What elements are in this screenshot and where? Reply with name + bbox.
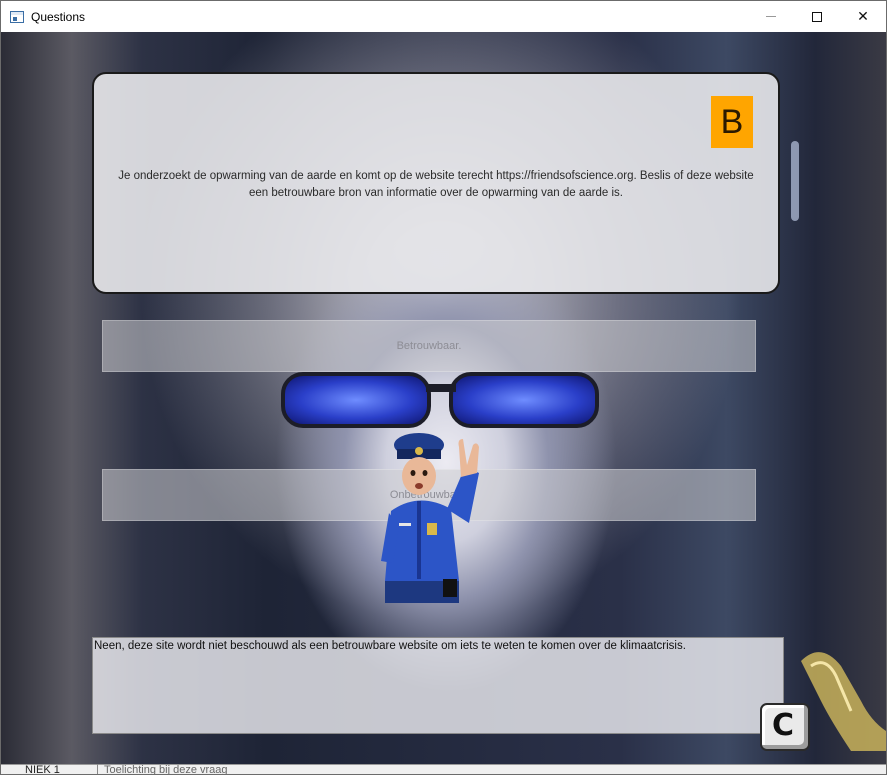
underlying-window-right-text: Toelichting bij deze vraag (97, 764, 228, 774)
minimize-button[interactable] (748, 1, 794, 32)
question-panel: B Je onderzoekt de opwarming van de aard… (92, 72, 780, 294)
minimize-icon (766, 16, 776, 17)
questions-window: Questions ✕ B Je onderzoekt de opwarming… (0, 0, 887, 775)
glasses-bridge (426, 384, 456, 392)
maximize-icon (812, 11, 822, 22)
feedback-text-box: Neen, deze site wordt niet beschouwd als… (92, 637, 784, 734)
question-text: Je onderzoekt de opwarming van de aarde … (118, 170, 754, 199)
window-title: Questions (31, 9, 86, 24)
answer-button-1[interactable]: Betrouwbaar. (102, 320, 756, 372)
close-button[interactable]: ✕ (840, 1, 886, 32)
continue-key-button[interactable]: C (760, 703, 810, 751)
glasses-lens-right (449, 372, 599, 428)
background-decoration (791, 141, 799, 221)
title-bar[interactable]: Questions ✕ (1, 1, 886, 32)
maximize-button[interactable] (794, 1, 840, 32)
app-icon (10, 10, 24, 23)
key-c-label: C (772, 708, 795, 743)
police-officer-image (381, 433, 479, 603)
level-badge: B (711, 96, 753, 148)
close-icon: ✕ (857, 8, 869, 24)
glasses-lens-left (281, 372, 431, 428)
window-controls: ✕ (748, 1, 886, 32)
underlying-window-left-text: NIEK 1 (25, 764, 60, 775)
